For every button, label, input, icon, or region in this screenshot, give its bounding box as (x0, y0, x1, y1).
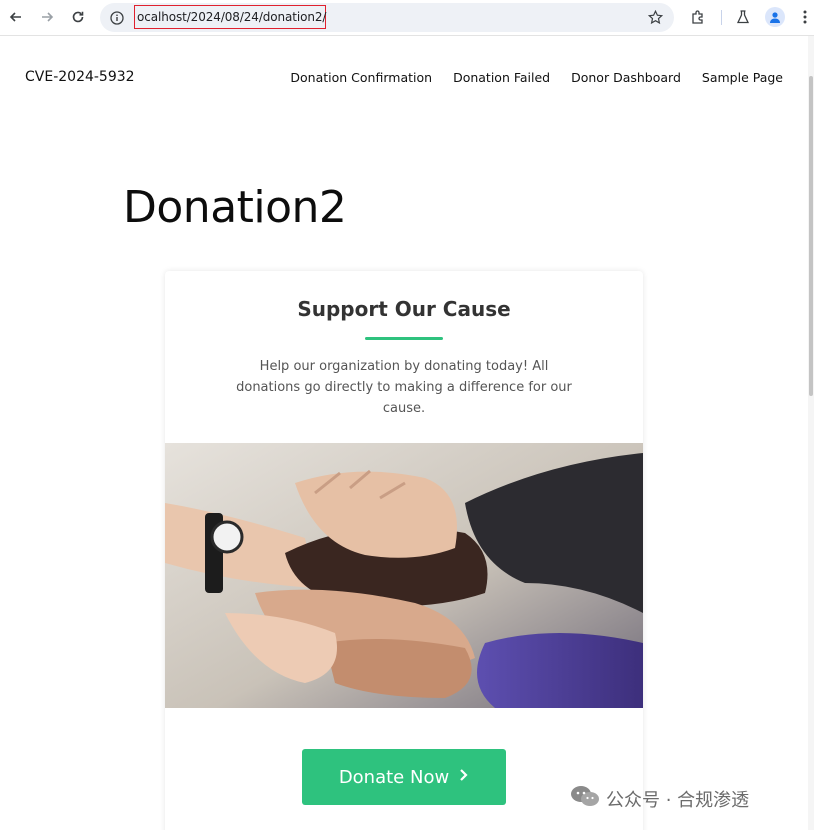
nav-donation-confirmation[interactable]: Donation Confirmation (290, 70, 432, 85)
menu-icon[interactable] (794, 6, 814, 28)
donation-form-card: Support Our Cause Help our organization … (165, 271, 643, 830)
back-icon[interactable] (5, 6, 27, 28)
profile-icon[interactable] (765, 7, 785, 27)
main-nav: Donation Confirmation Donation Failed Do… (290, 70, 783, 85)
donate-now-button[interactable]: Donate Now (302, 749, 506, 805)
stacked-hands-image (165, 443, 643, 708)
browser-toolbar: ocalhost/2024/08/24/donation2/ (0, 0, 814, 36)
nav-sample-page[interactable]: Sample Page (702, 70, 783, 85)
url-text[interactable]: ocalhost/2024/08/24/donation2/ (137, 10, 326, 24)
watermark-text: 公众号 · 合规渗透 (606, 789, 750, 811)
site-title[interactable]: CVE-2024-5932 (25, 69, 135, 85)
extensions-icon[interactable] (687, 6, 709, 28)
card-title: Support Our Cause (297, 297, 511, 321)
wechat-icon (570, 784, 600, 813)
chevron-right-icon (459, 768, 469, 787)
toolbar-separator (721, 10, 722, 25)
page-scrollbar[interactable] (808, 36, 814, 830)
page-title: Donation2 (123, 182, 347, 233)
title-underline (365, 337, 443, 340)
labs-icon[interactable] (732, 6, 754, 28)
nav-donor-dashboard[interactable]: Donor Dashboard (571, 70, 681, 85)
scrollbar-thumb[interactable] (809, 76, 813, 396)
info-icon[interactable] (108, 9, 125, 26)
donate-now-label: Donate Now (338, 766, 450, 788)
card-description: Help our organization by donating today!… (236, 359, 572, 416)
forward-icon[interactable] (36, 6, 58, 28)
star-icon[interactable] (647, 9, 664, 26)
reload-icon[interactable] (67, 6, 89, 28)
wechat-watermark: 公众号 · 合规渗透 (570, 784, 749, 813)
address-bar[interactable]: ocalhost/2024/08/24/donation2/ (100, 3, 674, 32)
nav-donation-failed[interactable]: Donation Failed (453, 70, 550, 85)
url-highlight[interactable]: ocalhost/2024/08/24/donation2/ (134, 5, 326, 29)
